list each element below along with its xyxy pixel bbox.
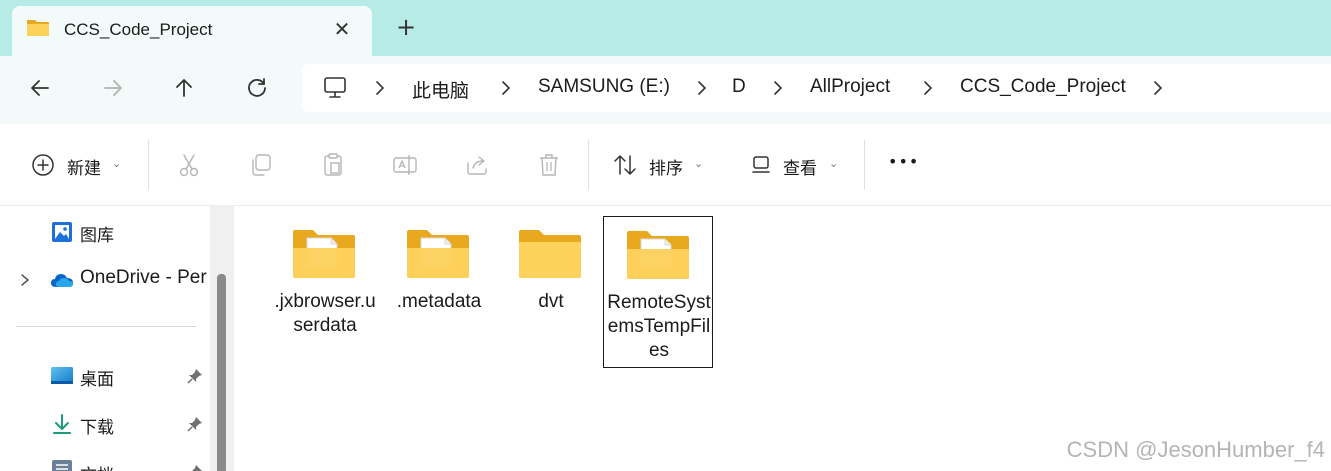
sort-button[interactable]: 排序 ⌄: [612, 150, 712, 180]
pin-icon[interactable]: [186, 415, 204, 433]
folder-name: .metadata: [396, 291, 482, 312]
sidebar-scrollbar-thumb[interactable]: [217, 274, 226, 471]
divider: [148, 140, 149, 190]
chevron-right-icon[interactable]: [920, 78, 936, 98]
chevron-down-icon: ⌄: [694, 157, 704, 170]
breadcrumb-this-pc[interactable]: 此电脑: [412, 76, 469, 103]
rename-icon: [393, 155, 417, 175]
computer-icon: [324, 77, 346, 98]
sidebar-item-label: 文档: [80, 461, 114, 471]
sidebar-item-downloads[interactable]: 下载: [0, 406, 210, 442]
tab-ccs-code-project[interactable]: CCS_Code_Project ✕: [12, 6, 372, 56]
tab-bar: CCS_Code_Project ✕ +: [0, 0, 1331, 56]
folder-item[interactable]: .jxbrowser.userdata: [270, 216, 380, 368]
folder-icon: [519, 230, 581, 278]
gallery-icon: [52, 222, 72, 242]
more-options-button[interactable]: •••: [886, 150, 920, 180]
paste-button[interactable]: [320, 150, 350, 180]
address-bar[interactable]: 此电脑 SAMSUNG (E:) D AllProject CCS_Code_P…: [302, 64, 1331, 112]
chevron-right-icon[interactable]: [694, 78, 710, 98]
sort-icon: [614, 155, 636, 175]
refresh-icon: [248, 78, 266, 97]
divider: [864, 140, 865, 190]
chevron-down-icon: ⌄: [112, 157, 122, 170]
tab-title: CCS_Code_Project: [64, 20, 213, 39]
chevron-right-icon[interactable]: [372, 78, 388, 98]
folder-name: .jxbrowser.userdata: [274, 291, 376, 336]
folder-icon: [27, 20, 49, 36]
folder-name: RemoteSystemsTempFiles: [607, 292, 711, 361]
new-tab-button[interactable]: +: [392, 14, 420, 42]
folder-item[interactable]: dvt: [496, 216, 606, 368]
up-button[interactable]: [168, 72, 200, 104]
cut-button[interactable]: [176, 150, 206, 180]
chevron-right-icon[interactable]: [770, 78, 786, 98]
sidebar-item-desktop[interactable]: 桌面: [0, 358, 210, 394]
sidebar-item-gallery[interactable]: 图库: [0, 214, 210, 250]
sort-label: 排序: [649, 159, 683, 179]
copy-icon: [252, 154, 271, 176]
view-button[interactable]: 查看 ⌄: [749, 150, 849, 180]
pin-icon[interactable]: [186, 367, 204, 385]
arrow-right-icon: [104, 80, 122, 96]
sidebar-item-onedrive[interactable]: OneDrive - Per: [0, 262, 210, 298]
copy-button[interactable]: [248, 150, 278, 180]
share-icon: [467, 156, 487, 175]
sidebar-item-label: 图库: [80, 226, 114, 246]
folder-with-files-icon: [293, 230, 355, 278]
clipboard-icon: [324, 153, 342, 176]
watermark: CSDN @JesonHumber_f4: [1066, 437, 1325, 462]
sidebar-item-documents[interactable]: 文档: [0, 454, 210, 471]
command-bar: 新建 ⌄ 排序 ⌄ 查看 ⌄ •••: [0, 124, 1331, 206]
arrow-up-icon: [176, 79, 192, 97]
divider: [588, 140, 589, 190]
download-icon: [53, 414, 71, 434]
folder-with-files-icon: [627, 231, 689, 279]
breadcrumb-allproject[interactable]: AllProject: [810, 76, 890, 98]
desktop-icon: [51, 367, 73, 384]
onedrive-icon: [51, 274, 73, 287]
chevron-right-icon[interactable]: [498, 78, 514, 98]
refresh-button[interactable]: [241, 72, 273, 104]
sidebar-divider: [16, 326, 196, 327]
navigation-pane: 图库 OneDrive - Per 桌面 下载 文档: [0, 206, 234, 471]
sidebar-item-label: 下载: [80, 418, 114, 438]
share-button[interactable]: [464, 150, 494, 180]
more-icon: •••: [888, 152, 920, 171]
plus-circle-icon: [32, 154, 54, 176]
sidebar-item-label: 桌面: [80, 370, 114, 390]
trash-icon: [540, 154, 558, 176]
chevron-down-icon: ⌄: [829, 157, 839, 170]
breadcrumb-d[interactable]: D: [732, 76, 746, 98]
new-button[interactable]: 新建 ⌄: [30, 150, 130, 180]
chevron-right-icon[interactable]: [18, 272, 32, 288]
folder-item-selected[interactable]: RemoteSystemsTempFiles: [603, 216, 713, 368]
arrow-left-icon: [31, 80, 49, 96]
folder-name: dvt: [538, 291, 564, 312]
close-icon[interactable]: ✕: [328, 16, 356, 44]
breadcrumb-drive[interactable]: SAMSUNG (E:): [538, 76, 670, 98]
view-icon: [752, 156, 770, 173]
scissors-icon: [179, 154, 199, 177]
navigation-bar: 此电脑 SAMSUNG (E:) D AllProject CCS_Code_P…: [0, 56, 1331, 124]
pin-icon[interactable]: [186, 463, 204, 471]
forward-button[interactable]: [97, 72, 129, 104]
folder-with-files-icon: [407, 230, 469, 278]
rename-button[interactable]: [392, 150, 422, 180]
new-label: 新建: [67, 159, 101, 179]
file-list: .jxbrowser.userdata .metadata dvt Remote…: [234, 206, 1331, 471]
folder-item[interactable]: .metadata: [384, 216, 494, 368]
sidebar-item-label: OneDrive - Per: [80, 267, 207, 288]
chevron-right-icon[interactable]: [1150, 78, 1166, 98]
documents-icon: [52, 460, 72, 471]
delete-button[interactable]: [536, 150, 566, 180]
breadcrumb-ccs-code-project[interactable]: CCS_Code_Project: [960, 76, 1126, 98]
view-label: 查看: [783, 159, 817, 179]
back-button[interactable]: [24, 72, 56, 104]
